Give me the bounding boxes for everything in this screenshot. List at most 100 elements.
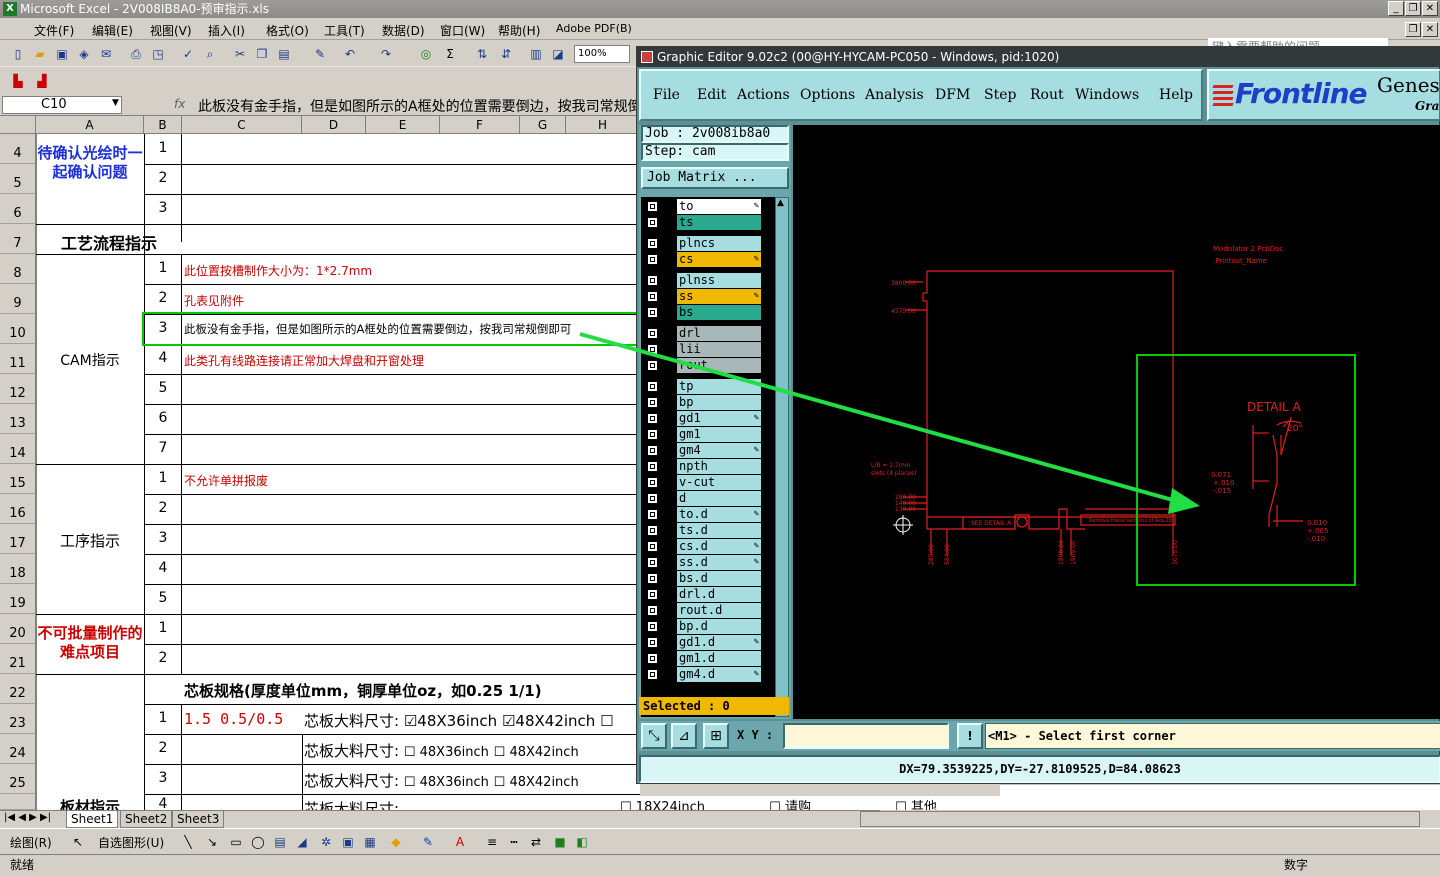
menu-options[interactable]: Options [800,87,855,103]
horizontal-scrollbar[interactable] [860,811,1420,827]
menu-actions[interactable]: Actions [737,87,790,103]
select-all-corner[interactable] [0,116,36,134]
layer-checkbox[interactable] [647,461,658,472]
undo-icon[interactable]: ↶ [342,46,358,62]
layer-name[interactable]: gd1.d ✎ [677,635,761,650]
row-header[interactable]: 20 [0,614,36,644]
checkbox[interactable]: ☐ [600,712,613,730]
layer-name[interactable]: gm4.d ✎ [677,667,761,682]
column-header-g[interactable]: G [520,116,566,134]
layer-row[interactable]: npth [641,459,763,474]
row-header[interactable]: 22 [0,674,36,704]
hyperlink-icon[interactable]: ◎ [418,46,434,62]
b-number[interactable]: 6 [146,410,180,426]
row-header[interactable]: 6 [0,194,36,224]
core-size-row[interactable]: 芯板大料尺寸: ☐ 48X36inch ☐ 48X42inch [304,770,640,791]
layer-name[interactable]: npth [677,459,761,474]
checkbox[interactable]: ☐ [620,800,636,810]
checkbox-checked[interactable]: ☑ [404,712,417,730]
spreadsheet-grid[interactable]: A B C D E F G H 4 5 6 7 8 9 10 11 12 13 … [0,116,640,810]
layer-name[interactable]: ss.d ✎ [677,555,761,570]
b-number[interactable]: 3 [146,770,180,786]
core-value[interactable]: 1.5 0.5/0.5 [184,710,283,728]
fill-color-icon[interactable]: ◆ [388,834,404,850]
layer-checkbox[interactable] [647,217,658,228]
layer-checkbox[interactable] [647,589,658,600]
shadow-icon[interactable]: ■ [552,834,568,850]
column-header-b[interactable]: B [144,116,182,134]
b-number[interactable]: 2 [146,500,180,516]
core-header[interactable]: 芯板规格(厚度单位mm，铜厚单位oz，如0.25 1/1) [184,680,542,701]
layer-checkbox[interactable] [647,445,658,456]
menu-help[interactable]: 帮助(H) [498,22,540,39]
b-number[interactable]: 2 [146,650,180,666]
layer-checkbox[interactable] [647,669,658,680]
sort-descending-icon[interactable]: ⇵ [498,46,514,62]
row-header[interactable]: 17 [0,524,36,554]
clipart-icon[interactable]: ▣ [340,834,356,850]
layer-row[interactable]: gd1 ✎ [641,411,763,426]
row-header[interactable]: 7 [0,224,36,254]
menu-edit[interactable]: 编辑(E) [92,22,133,39]
b-number[interactable]: 7 [146,440,180,456]
checkbox-checked[interactable]: ☑ [502,712,515,730]
layer-checkbox[interactable] [647,254,658,265]
menu-window[interactable]: 窗口(W) [440,22,485,39]
menu-help[interactable]: Help [1159,87,1193,103]
permission-icon[interactable]: ◈ [76,46,92,62]
name-box[interactable]: C10 [2,96,122,114]
menu-file[interactable]: File [653,87,680,103]
layer-name[interactable]: gd1 ✎ [677,411,761,426]
layer-checkbox[interactable] [647,275,658,286]
xy-input[interactable] [783,723,949,749]
row-header[interactable]: 10 [0,314,36,344]
layer-checkbox[interactable] [647,291,658,302]
layer-checkbox[interactable] [647,637,658,648]
copy-icon[interactable]: ❐ [254,46,270,62]
new-icon[interactable]: ▯ [10,46,26,62]
layer-row[interactable]: bs [641,305,763,320]
restore-button[interactable]: ❐ [1405,1,1421,16]
print-preview-icon[interactable]: ◳ [150,46,166,62]
layer-name[interactable]: bs.d [677,571,761,586]
email-icon[interactable]: ✉ [98,46,114,62]
layer-row[interactable]: d [641,491,763,506]
menu-dfm[interactable]: DFM [935,87,970,103]
format-painter-icon[interactable]: ✎ [312,46,328,62]
arrow-icon[interactable]: ↘ [204,834,220,850]
row-header[interactable]: 25 [0,764,36,794]
b-number[interactable]: 1 [146,710,180,726]
layer-name[interactable]: drl [677,326,761,341]
layer-checkbox[interactable] [647,509,658,520]
layer-row[interactable]: gm4.d ✎ [641,667,763,682]
draw-menu[interactable]: 绘图(R) [10,834,52,851]
save-icon[interactable]: ▣ [54,46,70,62]
zoom-select[interactable]: 100% [574,45,630,63]
layer-checkbox[interactable] [647,653,658,664]
layer-checkbox[interactable] [647,557,658,568]
layer-row[interactable]: ss ✎ [641,289,763,304]
layer-name[interactable]: gm4 ✎ [677,443,761,458]
layer-checkbox[interactable] [647,328,658,339]
b-number[interactable]: 2 [146,170,180,186]
row-header[interactable]: 18 [0,554,36,584]
layer-checkbox[interactable] [647,238,658,249]
tab-sheet2[interactable]: Sheet2 [120,811,173,828]
b-number[interactable]: 4 [146,350,180,366]
fx-icon[interactable]: fx [174,97,185,111]
menu-tools[interactable]: 工具(T) [324,22,365,39]
b-number[interactable]: 3 [146,530,180,546]
layer-checkbox[interactable] [647,573,658,584]
layer-row[interactable]: to.d ✎ [641,507,763,522]
layer-checkbox[interactable] [647,621,658,632]
dash-style-icon[interactable]: ┅ [506,834,522,850]
layer-checkbox[interactable] [647,429,658,440]
layer-name[interactable]: to.d ✎ [677,507,761,522]
menu-data[interactable]: 数据(D) [382,22,425,39]
procedure-note[interactable]: 不允许单拼报废 [184,472,268,489]
redo-icon[interactable]: ↷ [378,46,394,62]
layer-row[interactable]: lii [641,342,763,357]
layer-name[interactable]: bp [677,395,761,410]
pcb-canvas[interactable]: Modulator 2.PcbDoc .Printout_Name 3800.0… [793,125,1440,719]
checkbox[interactable]: ☐ [494,775,510,790]
